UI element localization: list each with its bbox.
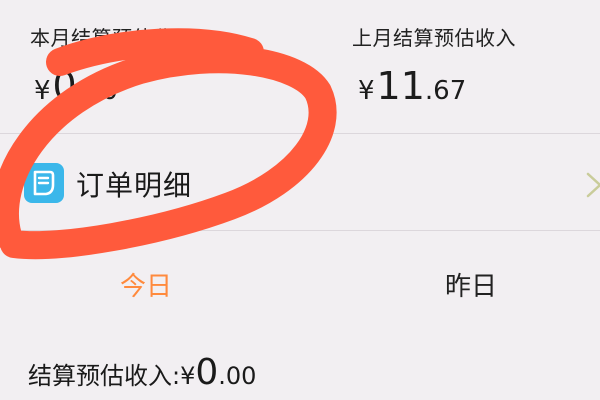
income-summary: 本月结算预估收入 ¥0.00 上月结算预估收入 ¥11.67 bbox=[0, 0, 600, 132]
amount-integer: 0 bbox=[52, 64, 77, 108]
currency-symbol: ¥ bbox=[34, 76, 51, 106]
tab-today[interactable]: 今日 bbox=[120, 266, 172, 303]
amount-decimal: .67 bbox=[424, 76, 467, 106]
order-detail-label[interactable]: 订单明细 bbox=[76, 164, 192, 204]
settlement-estimate: 结算预估收入:¥0.00 bbox=[28, 352, 256, 393]
chevron-right-icon[interactable] bbox=[584, 170, 600, 200]
document-icon bbox=[24, 163, 64, 203]
income-screen: 本月结算预估收入 ¥0.00 上月结算预估收入 ¥11.67 订单明细 今日 昨… bbox=[0, 0, 600, 400]
last-month-amount: ¥11.67 bbox=[358, 64, 466, 108]
settlement-label: 结算预估收入: bbox=[28, 362, 181, 390]
amount-decimal: .00 bbox=[76, 76, 119, 106]
current-month-label: 本月结算预估收入 bbox=[30, 26, 194, 50]
amount-integer: 11 bbox=[376, 64, 425, 108]
current-month-amount: ¥0.00 bbox=[34, 64, 118, 108]
currency-symbol: ¥ bbox=[358, 76, 375, 106]
divider bbox=[0, 230, 600, 231]
last-month-label: 上月结算预估收入 bbox=[352, 26, 516, 50]
amount-decimal: .00 bbox=[218, 362, 257, 390]
currency-symbol: ¥ bbox=[180, 362, 196, 390]
amount-integer: 0 bbox=[195, 352, 219, 393]
tab-yesterday[interactable]: 昨日 bbox=[445, 266, 497, 303]
